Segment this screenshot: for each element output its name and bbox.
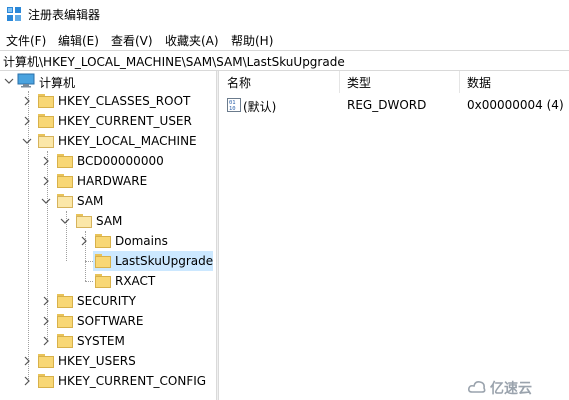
menu-help[interactable]: 帮助(H)	[231, 32, 273, 49]
chevron-right-icon[interactable]	[41, 296, 51, 306]
chevron-right-icon[interactable]	[41, 176, 51, 186]
chevron-down-icon[interactable]	[41, 196, 51, 206]
window-title: 注册表编辑器	[28, 8, 101, 22]
watermark-text: 亿速云	[490, 381, 532, 397]
value-name: (默认)	[243, 100, 277, 114]
tree-node-label: SECURITY	[77, 294, 136, 308]
chevron-down-icon[interactable]	[22, 136, 32, 146]
column-header-data[interactable]: 数据	[459, 71, 569, 93]
key-tree[interactable]: 计算机 HKEY_CLASSES_ROOT HKEY_CURRENT_USER …	[0, 71, 215, 400]
tree-node-security[interactable]: SECURITY	[0, 291, 215, 311]
tree-node-label: SAM	[77, 194, 104, 208]
tree-node-hkey-classes-root[interactable]: HKEY_CLASSES_ROOT	[0, 91, 215, 111]
menu-bar: 文件(F) 编辑(E) 查看(V) 收藏夹(A) 帮助(H)	[0, 30, 569, 50]
folder-icon	[57, 314, 73, 328]
tree-node-bcd[interactable]: BCD00000000	[0, 151, 215, 171]
dword-value-icon: 01 10	[227, 98, 241, 112]
folder-open-icon	[76, 214, 92, 228]
tree-node-label: 计算机	[39, 76, 76, 90]
watermark: 亿速云	[468, 378, 566, 397]
tree-node-label: HKEY_CURRENT_USER	[58, 114, 192, 128]
folder-icon	[57, 294, 73, 308]
chevron-right-icon[interactable]	[41, 316, 51, 326]
tree-node-label: SAM	[96, 214, 123, 228]
folder-icon	[95, 254, 111, 268]
folder-icon	[57, 334, 73, 348]
column-header-name[interactable]: 名称	[219, 71, 339, 93]
tree-node-rxact[interactable]: RXACT	[0, 271, 215, 291]
chevron-right-icon[interactable]	[41, 156, 51, 166]
cloud-logo-icon	[468, 381, 486, 393]
tree-node-label: HARDWARE	[77, 174, 148, 188]
tree-node-hkey-current-user[interactable]: HKEY_CURRENT_USER	[0, 111, 215, 131]
address-path[interactable]: 计算机\HKEY_LOCAL_MACHINE\SAM\SAM\LastSkuUp…	[3, 53, 345, 70]
folder-icon	[57, 154, 73, 168]
value-row[interactable]: 01 10 (默认) REG_DWORD 0x00000004 (4)	[219, 95, 569, 115]
folder-icon	[57, 174, 73, 188]
tree-node-label: HKEY_USERS	[58, 354, 136, 368]
column-header-type[interactable]: 类型	[339, 71, 459, 93]
chevron-down-icon[interactable]	[4, 76, 14, 86]
tree-node-label: BCD00000000	[77, 154, 164, 168]
chevron-right-icon[interactable]	[41, 336, 51, 346]
address-bar[interactable]: 计算机\HKEY_LOCAL_MACHINE\SAM\SAM\LastSkuUp…	[0, 50, 569, 71]
chevron-right-icon[interactable]	[22, 356, 32, 366]
menu-view[interactable]: 查看(V)	[111, 32, 153, 49]
computer-icon	[17, 73, 35, 88]
tree-node-sam[interactable]: SAM	[0, 191, 215, 211]
chevron-right-icon[interactable]	[22, 376, 32, 386]
folder-open-icon	[57, 194, 73, 208]
tree-node-label: HKEY_CLASSES_ROOT	[58, 94, 191, 108]
tree-node-label: LastSkuUpgrade	[115, 254, 214, 268]
folder-icon	[95, 234, 111, 248]
value-type: REG_DWORD	[347, 98, 427, 112]
menu-file[interactable]: 文件(F)	[6, 32, 46, 49]
values-list[interactable]: 名称 类型 数据 01 10 (默认) REG_DWORD 0x00000004…	[219, 71, 569, 400]
tree-node-domains[interactable]: Domains	[0, 231, 215, 251]
chevron-right-icon[interactable]	[22, 116, 32, 126]
folder-open-icon	[38, 134, 54, 148]
tree-node-label: HKEY_LOCAL_MACHINE	[58, 134, 197, 148]
tree-node-label: Domains	[115, 234, 168, 248]
menu-edit[interactable]: 编辑(E)	[58, 32, 99, 49]
tree-node-label: SOFTWARE	[77, 314, 144, 328]
menu-favorites[interactable]: 收藏夹(A)	[165, 32, 219, 49]
tree-guide-line	[85, 261, 93, 262]
folder-icon	[38, 114, 54, 128]
chevron-right-icon[interactable]	[22, 96, 32, 106]
tree-node-hkey-current-config[interactable]: HKEY_CURRENT_CONFIG	[0, 371, 215, 391]
folder-icon	[38, 354, 54, 368]
svg-text:10: 10	[229, 106, 236, 112]
chevron-down-icon[interactable]	[60, 216, 70, 226]
tree-node-hardware[interactable]: HARDWARE	[0, 171, 215, 191]
tree-node-lastskuupgrade[interactable]: LastSkuUpgrade	[93, 251, 213, 271]
registry-editor-app-icon	[7, 7, 21, 21]
chevron-right-icon[interactable]	[79, 236, 89, 246]
value-data: 0x00000004 (4)	[467, 98, 564, 112]
tree-node-label: SYSTEM	[77, 334, 125, 348]
tree-node-label: RXACT	[115, 274, 156, 288]
title-bar: 注册表编辑器	[0, 0, 569, 28]
tree-node-system[interactable]: SYSTEM	[0, 331, 215, 351]
folder-icon	[95, 274, 111, 288]
tree-node-hkey-users[interactable]: HKEY_USERS	[0, 351, 215, 371]
tree-node-sam-sam[interactable]: SAM	[0, 211, 215, 231]
tree-node-hkey-local-machine[interactable]: HKEY_LOCAL_MACHINE	[0, 131, 215, 151]
tree-node-software[interactable]: SOFTWARE	[0, 311, 215, 331]
column-header-label: 名称	[227, 76, 252, 90]
tree-node-label: HKEY_CURRENT_CONFIG	[58, 374, 207, 388]
folder-icon	[38, 94, 54, 108]
tree-node-computer[interactable]: 计算机	[0, 71, 215, 91]
column-header-label: 类型	[347, 76, 372, 90]
folder-icon	[38, 374, 54, 388]
column-header-label: 数据	[467, 76, 492, 90]
